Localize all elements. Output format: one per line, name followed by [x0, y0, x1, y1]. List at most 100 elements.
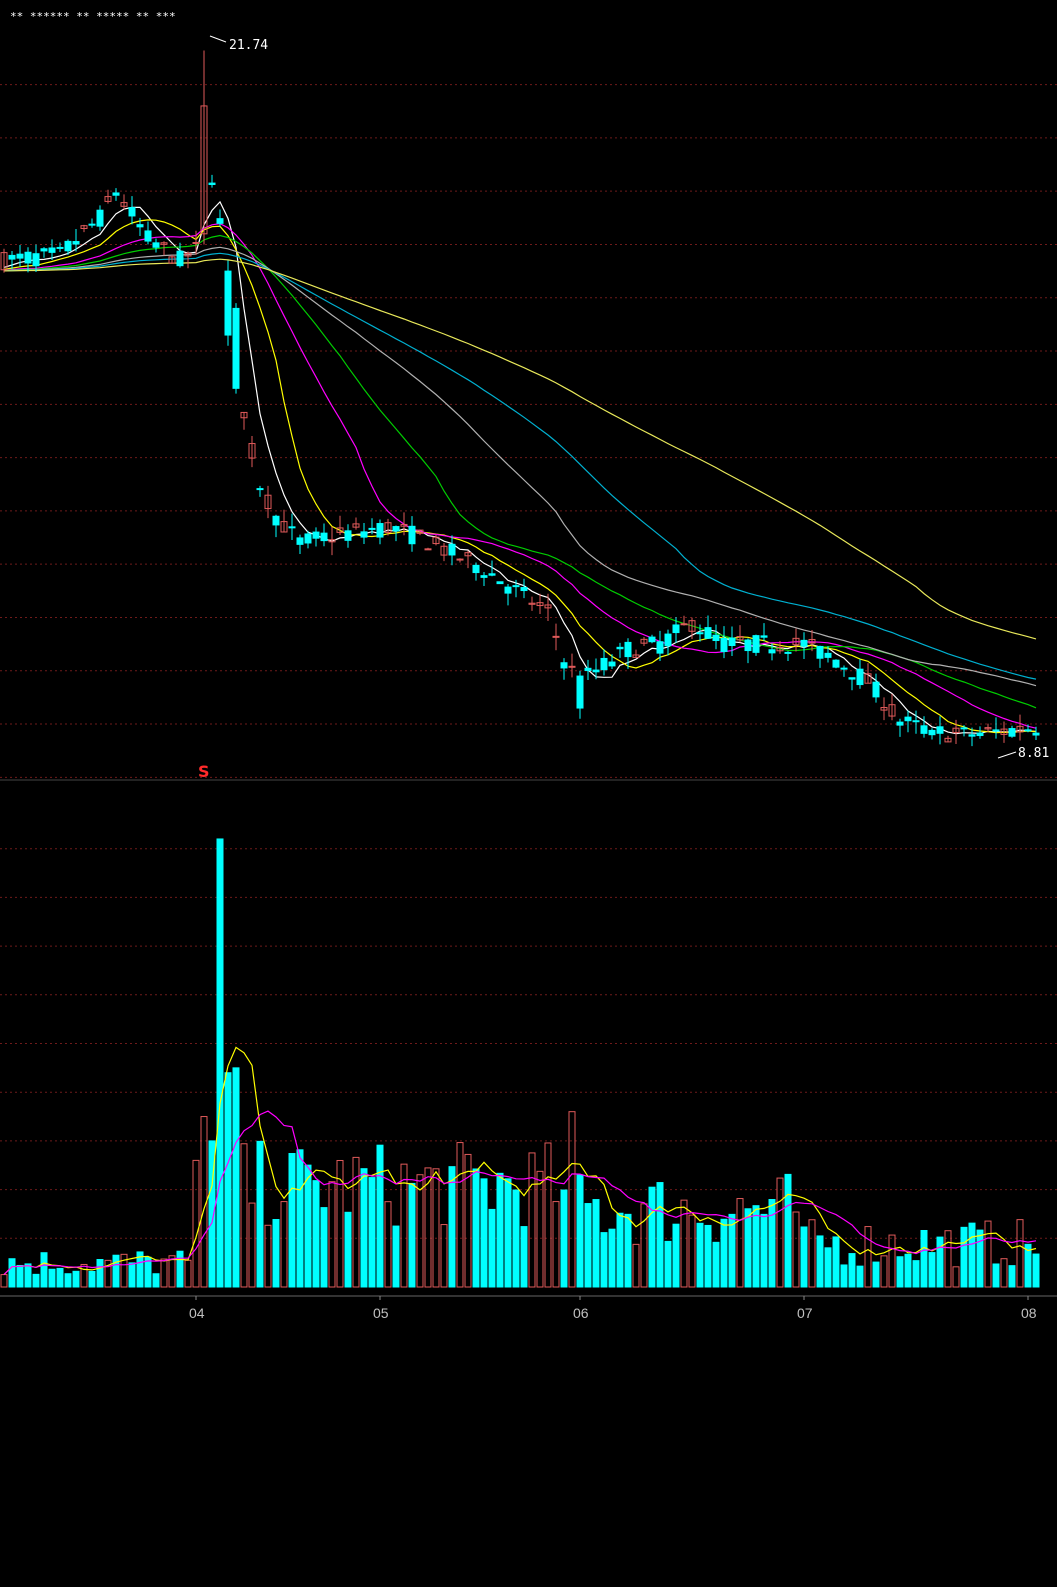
- candle-body: [488, 573, 496, 576]
- candle-body: [368, 527, 376, 530]
- volume-bar: [96, 1259, 104, 1288]
- volume-bar: [344, 1211, 352, 1288]
- volume-bar: [56, 1267, 64, 1288]
- volume-bar: [176, 1250, 184, 1288]
- volume-bar: [24, 1263, 32, 1288]
- volume-bar: [744, 1208, 752, 1288]
- candle-body: [1008, 728, 1016, 737]
- candle-body: [216, 218, 224, 224]
- volume-bar: [976, 1229, 984, 1288]
- volume-bar: [712, 1241, 720, 1288]
- candle-body: [648, 636, 656, 643]
- volume-bar: [616, 1212, 624, 1288]
- candle-body: [144, 230, 152, 242]
- volume-bar: [504, 1178, 512, 1288]
- candle-body: [904, 716, 912, 722]
- volume-bar: [448, 1166, 456, 1288]
- candle-body: [272, 515, 280, 526]
- candle-body: [856, 668, 864, 686]
- candle-body: [608, 661, 616, 667]
- kline-chart[interactable]: ** ****** ** ***** ** *** 21.74 8.81 S 0…: [0, 0, 1057, 1587]
- candle-body: [600, 657, 608, 671]
- volume-bar: [904, 1253, 912, 1288]
- low-price-label: 8.81: [1018, 746, 1049, 761]
- candle-body: [752, 635, 760, 653]
- volume-bar: [840, 1264, 848, 1288]
- volume-bar: [664, 1240, 672, 1288]
- candle-body: [472, 564, 480, 574]
- volume-bar: [224, 1072, 232, 1288]
- volume-bar: [392, 1225, 400, 1288]
- volume-bar: [1032, 1253, 1040, 1288]
- volume-bar: [832, 1236, 840, 1288]
- candle-body: [112, 192, 120, 196]
- candle-body: [360, 531, 368, 538]
- candle-body: [896, 721, 904, 726]
- candle-body: [672, 624, 680, 634]
- candle-body: [504, 586, 512, 594]
- volume-bar: [752, 1205, 760, 1288]
- candle-body: [832, 659, 840, 668]
- candle-body: [552, 635, 560, 638]
- candle-body: [32, 253, 40, 267]
- candle-body: [696, 632, 704, 635]
- volume-bar: [920, 1229, 928, 1288]
- candle-body: [448, 543, 456, 556]
- candle-body: [304, 533, 312, 544]
- x-tick-label: 05: [373, 1305, 389, 1321]
- candle-body: [560, 662, 568, 669]
- candle-body: [520, 587, 528, 592]
- candle-body: [480, 575, 488, 578]
- candle-body: [728, 637, 736, 647]
- volume-bar: [576, 1174, 584, 1288]
- volume-bar: [1008, 1265, 1016, 1288]
- volume-bar: [152, 1273, 160, 1288]
- candle-body: [424, 548, 432, 551]
- volume-bar: [760, 1213, 768, 1288]
- volume-bar: [704, 1224, 712, 1288]
- volume-bar: [968, 1222, 976, 1288]
- candle-body: [256, 488, 264, 491]
- top-marker-text: ** ****** ** ***** ** ***: [10, 10, 176, 23]
- candle-body: [48, 247, 56, 253]
- candle-body: [224, 270, 232, 336]
- candle-body: [800, 639, 808, 647]
- volume-bar: [520, 1226, 528, 1288]
- kline-chart-stage: ** ****** ** ***** ** *** 21.74 8.81 S 0…: [0, 0, 1057, 1587]
- candle-body: [760, 635, 768, 638]
- volume-bar: [360, 1168, 368, 1288]
- volume-bar: [16, 1264, 24, 1288]
- x-tick-label: 08: [1021, 1305, 1037, 1321]
- candle-body: [816, 645, 824, 659]
- volume-bar: [408, 1182, 416, 1288]
- candle-body: [784, 651, 792, 654]
- volume-bar: [584, 1203, 592, 1288]
- candle-body: [392, 526, 400, 532]
- volume-bar: [608, 1228, 616, 1288]
- candle-body: [584, 667, 592, 671]
- candle-body: [72, 241, 80, 245]
- volume-bar: [824, 1247, 832, 1288]
- candle-body: [40, 248, 48, 252]
- volume-bar: [72, 1270, 80, 1288]
- volume-bar: [912, 1260, 920, 1288]
- volume-bar: [512, 1189, 520, 1288]
- volume-bar: [560, 1189, 568, 1288]
- candle-body: [312, 531, 320, 539]
- volume-bar: [216, 838, 224, 1288]
- volume-bar: [928, 1252, 936, 1288]
- candle-body: [64, 240, 72, 252]
- x-tick-label: 07: [797, 1305, 813, 1321]
- candle-body: [768, 649, 776, 654]
- volume-bar: [112, 1254, 120, 1288]
- volume-bar: [936, 1236, 944, 1288]
- candle-body: [344, 530, 352, 541]
- candle-body: [192, 242, 200, 245]
- candle-body: [704, 627, 712, 639]
- candle-body: [712, 634, 720, 642]
- volume-bar: [784, 1173, 792, 1288]
- volume-bar: [128, 1262, 136, 1288]
- candle-body: [24, 251, 32, 264]
- candle-body: [512, 585, 520, 588]
- volume-bar: [696, 1222, 704, 1288]
